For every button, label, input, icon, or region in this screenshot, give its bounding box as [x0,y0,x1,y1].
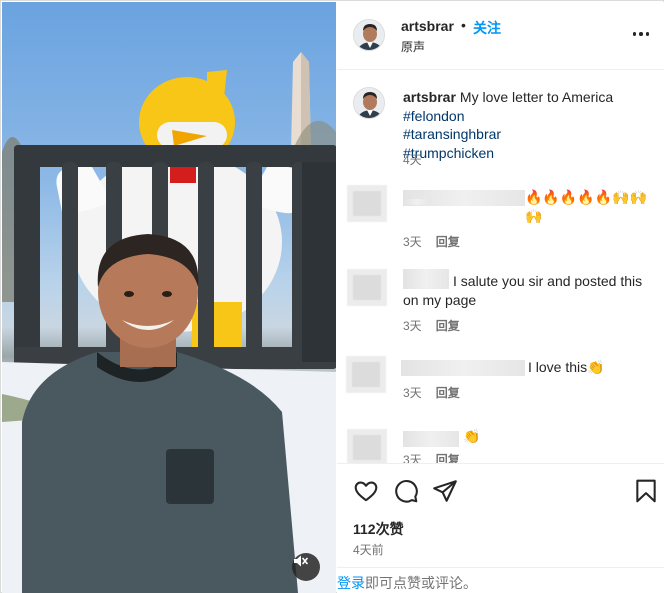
separator-dot: • [461,17,466,33]
hashtag-link[interactable]: #trumpchicken [403,144,653,163]
comment-meta: 3天 回复 [403,317,460,334]
post-video[interactable] [2,2,336,593]
caption-text-block: artsbrar My love letter to America #felon… [403,88,653,162]
comment-text: I salute you sir and posted this on my p… [403,273,643,308]
comment-timestamp: 3天 [403,453,422,463]
commenter-username-blurred[interactable] [403,431,459,447]
author-avatar[interactable] [353,19,385,51]
comments-list[interactable]: artsbrar My love letter to America #felon… [337,71,664,463]
more-horizontal-icon [632,32,637,36]
comment-text: 🔥🔥🔥🔥🔥🙌🙌 🙌 [525,189,648,224]
speaker-muted-icon [294,555,308,567]
heart-icon [354,481,378,502]
mute-button[interactable] [292,553,320,581]
comment-timestamp: 3天 [403,235,422,249]
caption-username[interactable]: artsbrar [403,89,456,105]
commenter-username-blurred[interactable] [401,360,525,376]
avatar-image [354,20,384,50]
reply-button[interactable]: 回复 [436,453,460,463]
send-icon [433,480,457,502]
login-link[interactable]: 登录 [337,575,365,591]
more-options-button[interactable] [631,24,651,44]
like-button[interactable] [353,478,379,504]
commenter-avatar[interactable] [346,356,386,393]
comment-meta: 3天 回复 [403,384,460,401]
comment-meta: 3天 回复 [403,233,460,250]
comment-button[interactable] [393,478,419,504]
comment-timestamp: 3天 [403,386,422,400]
comment-timestamp: 3天 [403,319,422,333]
caption-timestamp: 4天 [403,153,422,167]
follow-button[interactable]: 关注 [473,18,501,38]
post-header: artsbrar • 关注 原声 [337,2,664,70]
post-actions: 112次赞 4天前 [337,463,664,567]
caption-text: My love letter to America [459,89,614,105]
share-button[interactable] [432,478,458,504]
comment-meta: 3天 回复 [403,451,460,463]
reply-button[interactable]: 回复 [436,386,460,400]
comment-text: I love this👏 [528,359,605,375]
reply-button[interactable]: 回复 [436,319,460,333]
bookmark-icon [636,479,656,503]
comment-icon [395,480,418,503]
post-details-panel: artsbrar • 关注 原声 artsbrar My love letter… [337,2,664,593]
caption-author-avatar[interactable] [353,87,385,119]
avatar-image [354,88,384,118]
login-prompt-text: 即可点赞或评论。 [365,575,477,591]
reply-button[interactable]: 回复 [436,235,460,249]
save-button[interactable] [633,478,659,504]
hashtag-link[interactable]: #taransinghbrar [403,125,653,144]
original-audio-link[interactable]: 原声 [401,38,425,55]
post-dialog: artsbrar • 关注 原声 artsbrar My love letter… [0,0,664,593]
comment-text: 👏 [463,428,481,444]
author-username[interactable]: artsbrar [401,18,454,34]
hashtag-link[interactable]: #felondon [403,107,653,126]
like-count[interactable]: 112次赞 [353,519,404,539]
post-date: 4天前 [353,543,384,557]
commenter-avatar[interactable] [347,269,387,306]
video-frame-illustration [2,52,336,593]
commenter-avatar[interactable] [347,185,387,222]
commenter-avatar[interactable] [347,429,387,463]
login-prompt: 登录即可点赞或评论。 [337,567,664,593]
